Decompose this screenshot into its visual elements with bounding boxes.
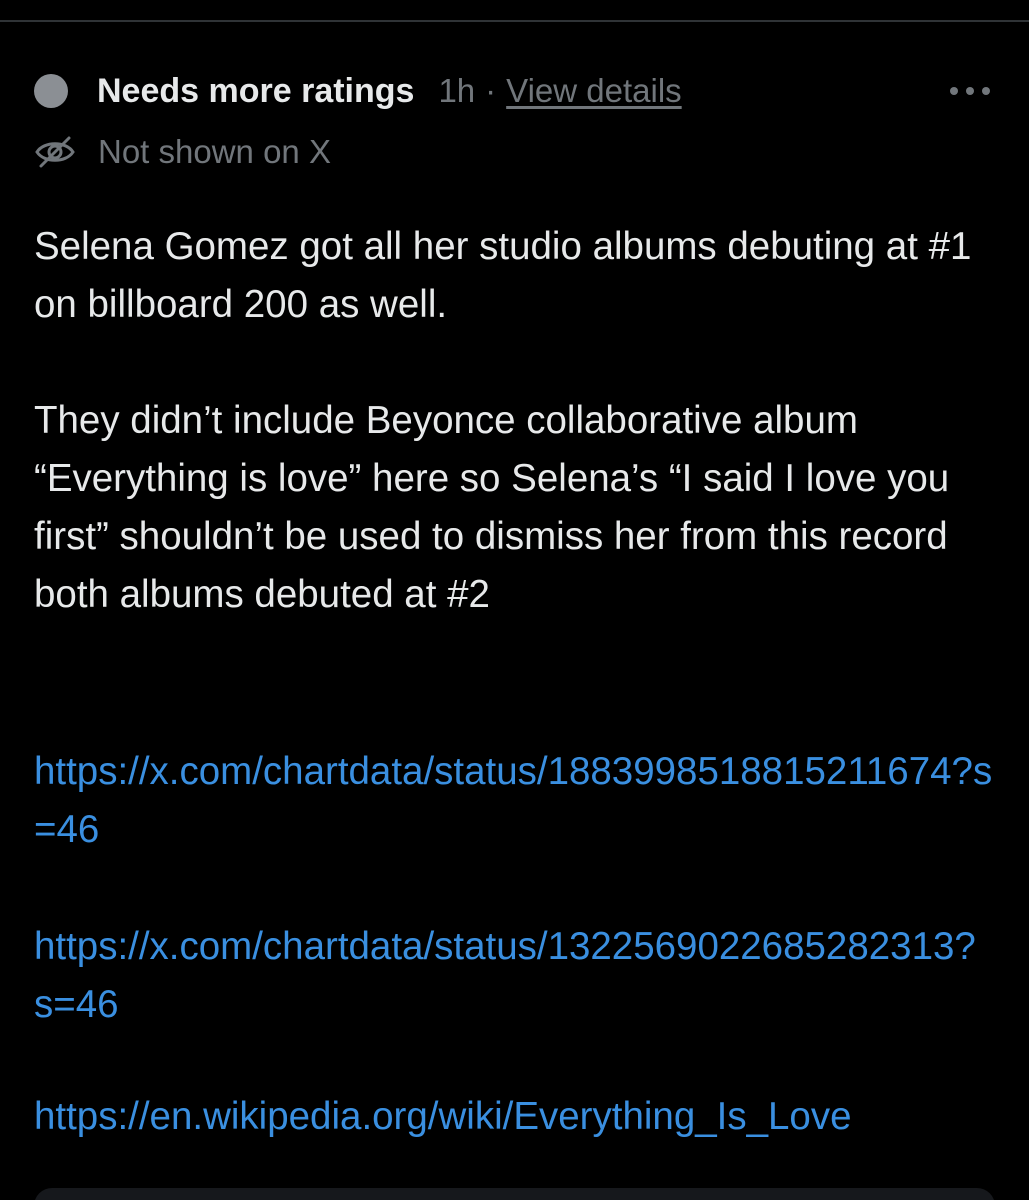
visibility-status: Not shown on X <box>34 130 331 174</box>
more-horizontal-icon <box>950 87 990 95</box>
source-link-chartdata-1[interactable]: https://x.com/chartdata/status/188399851… <box>34 743 994 859</box>
next-card-edge <box>34 1188 995 1200</box>
separator-dot: · <box>485 72 497 109</box>
not-shown-label: Not shown on X <box>98 133 331 170</box>
note-body-text: Selena Gomez got all her studio albums d… <box>34 225 972 616</box>
note-header: Needs more ratings 1h · View details <box>34 66 995 116</box>
top-divider <box>0 0 1029 22</box>
view-details-link[interactable]: View details <box>506 72 682 110</box>
status-indicator-icon <box>34 74 68 108</box>
source-link-chartdata-2[interactable]: https://x.com/chartdata/status/132256902… <box>34 918 994 1034</box>
source-link-wikipedia[interactable]: https://en.wikipedia.org/wiki/Everything… <box>34 1088 994 1146</box>
eye-off-icon <box>35 136 75 168</box>
note-status-label: Needs more ratings <box>97 71 415 110</box>
more-options-button[interactable] <box>945 74 995 108</box>
note-timestamp: 1h <box>438 72 476 109</box>
